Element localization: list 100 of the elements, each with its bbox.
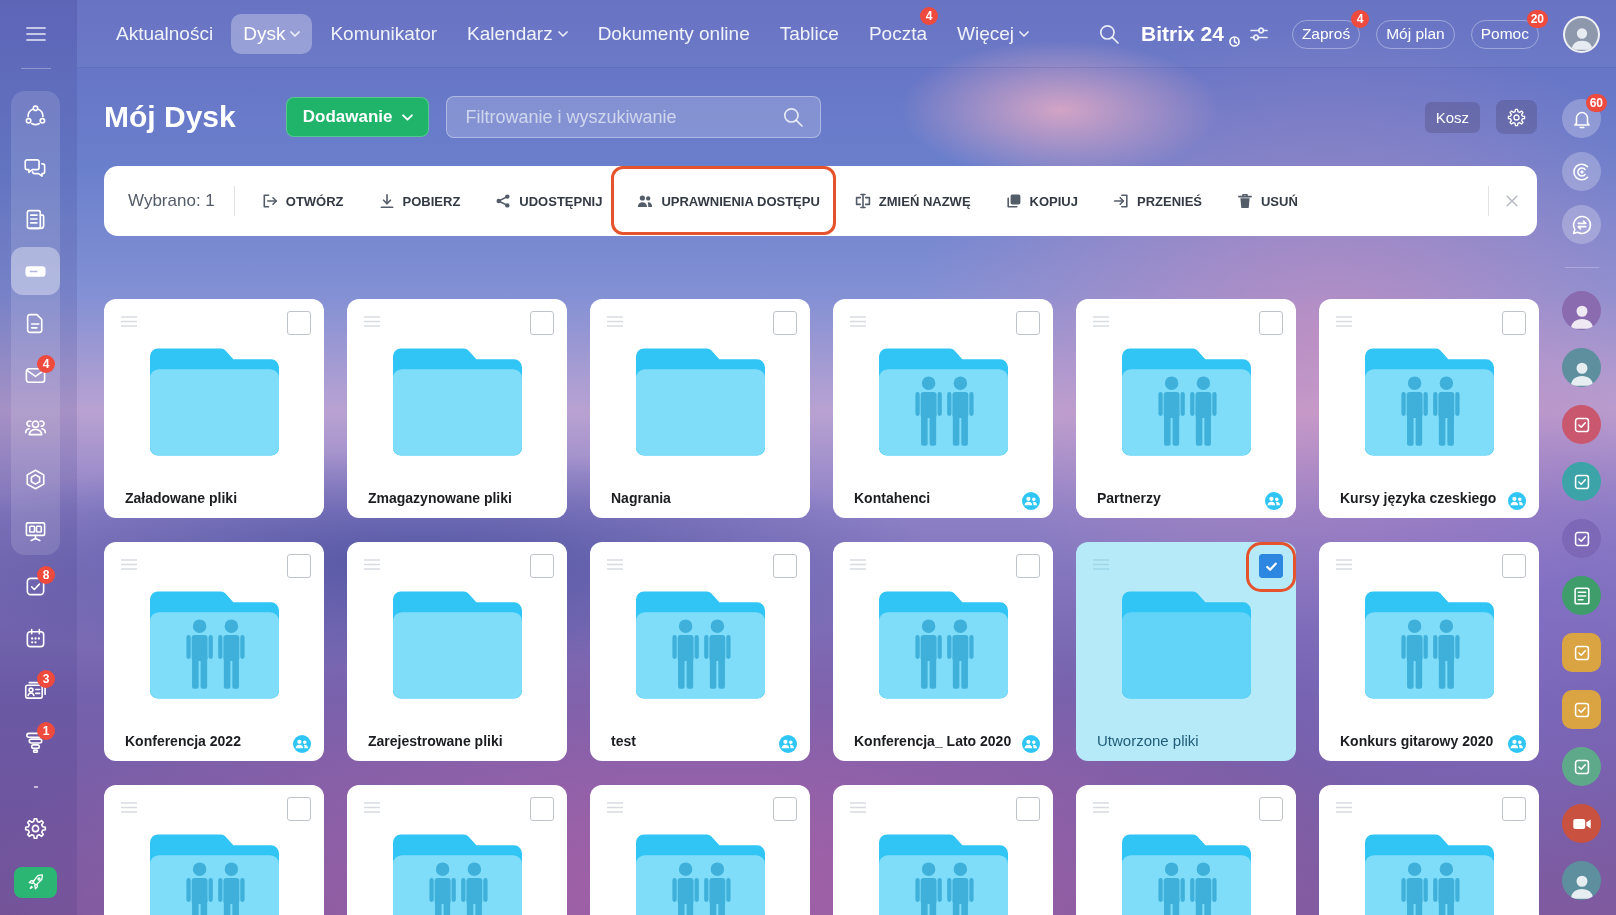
nav-tab[interactable]: Więcej bbox=[945, 14, 1041, 54]
checkbox[interactable] bbox=[1259, 554, 1283, 578]
drag-handle-icon[interactable] bbox=[1336, 316, 1352, 327]
nav-tab[interactable]: Komunikator bbox=[318, 14, 450, 54]
sidebar-item[interactable]: 8 bbox=[11, 562, 60, 610]
drag-handle-icon[interactable] bbox=[121, 559, 137, 570]
sidebar-item[interactable]: 4 bbox=[11, 351, 60, 399]
chat-button[interactable] bbox=[1562, 519, 1601, 558]
checkbox[interactable] bbox=[1259, 311, 1283, 335]
download-icon bbox=[378, 193, 395, 209]
sidebar-button[interactable] bbox=[1562, 205, 1601, 244]
hexagon-icon bbox=[24, 467, 47, 491]
settings-button[interactable] bbox=[1496, 100, 1537, 134]
folder-card[interactable]: Kontahenci bbox=[833, 299, 1053, 518]
checkbox[interactable] bbox=[1016, 554, 1040, 578]
nav-tab[interactable]: Aktualności bbox=[104, 14, 226, 54]
checkbox[interactable] bbox=[1016, 797, 1040, 821]
chat-button[interactable] bbox=[1562, 462, 1601, 501]
toolbar-action[interactable]: UPRAWNIENIA DOSTĘPU bbox=[629, 183, 828, 219]
chat-button[interactable] bbox=[1562, 633, 1601, 672]
nav-tab[interactable]: Dokumenty online bbox=[585, 14, 762, 54]
drag-handle-icon[interactable] bbox=[1093, 802, 1109, 813]
search-button[interactable] bbox=[1099, 24, 1120, 44]
checkbox[interactable] bbox=[287, 797, 311, 821]
folder-card[interactable]: Konkurs gitarowy 2020 bbox=[1319, 542, 1539, 761]
drag-handle-icon[interactable] bbox=[850, 802, 866, 813]
launch-button[interactable] bbox=[14, 866, 57, 898]
drag-handle-icon[interactable] bbox=[850, 316, 866, 327]
close-button[interactable] bbox=[1504, 193, 1520, 209]
drag-handle-icon[interactable] bbox=[607, 802, 623, 813]
sliders-button[interactable] bbox=[1249, 27, 1268, 41]
checkbox[interactable] bbox=[530, 311, 554, 335]
toolbar-action[interactable]: USUŃ bbox=[1229, 183, 1306, 219]
folder-card[interactable]: Konferencja 2022 bbox=[104, 542, 324, 761]
checkbox[interactable] bbox=[1502, 311, 1526, 335]
checkbox[interactable] bbox=[773, 797, 797, 821]
drag-handle-icon[interactable] bbox=[1336, 802, 1352, 813]
sliders-icon bbox=[1249, 27, 1268, 41]
folder-name: Utworzone pliki bbox=[1097, 732, 1199, 750]
chat-button[interactable] bbox=[1562, 747, 1601, 786]
nav-tab[interactable]: Kalendarz bbox=[455, 14, 580, 54]
drag-handle-icon[interactable] bbox=[364, 802, 380, 813]
checkbox[interactable] bbox=[773, 554, 797, 578]
checkbox[interactable] bbox=[530, 554, 554, 578]
sidebar-item[interactable]: 3 bbox=[11, 666, 60, 714]
folder-card[interactable]: Utworzone pliki bbox=[1076, 542, 1296, 761]
toolbar-action[interactable]: POBIERZ bbox=[370, 183, 469, 219]
drag-handle-icon[interactable] bbox=[850, 559, 866, 570]
newspaper-icon bbox=[24, 207, 47, 231]
drag-handle-icon[interactable] bbox=[607, 559, 623, 570]
folder-card[interactable]: Załadowane pliki bbox=[104, 299, 324, 518]
shared-people-icon bbox=[1265, 492, 1283, 510]
folder-card[interactable]: test bbox=[590, 542, 810, 761]
drag-handle-icon[interactable] bbox=[607, 316, 623, 327]
checkbox[interactable] bbox=[530, 797, 554, 821]
toolbar-action[interactable]: KOPIUJ bbox=[997, 183, 1086, 219]
folder-name: Kursy języka czeskiego bbox=[1340, 489, 1497, 507]
user-avatar[interactable] bbox=[1563, 15, 1600, 53]
shared-people-icon bbox=[1022, 735, 1040, 753]
folder-card[interactable]: Zarejestrowane pliki bbox=[347, 542, 567, 761]
toolbar-action[interactable]: UDOSTĘPNIJ bbox=[487, 183, 611, 219]
chat-button[interactable] bbox=[1562, 804, 1601, 843]
checkbox[interactable] bbox=[1502, 554, 1526, 578]
trash-icon bbox=[1237, 193, 1253, 209]
drag-handle-icon[interactable] bbox=[1093, 316, 1109, 327]
checkbox[interactable] bbox=[1502, 797, 1526, 821]
toolbar-action[interactable]: PRZENIEŚ bbox=[1104, 183, 1210, 219]
close-icon bbox=[1505, 194, 1519, 208]
drag-handle-icon[interactable] bbox=[364, 316, 380, 327]
chat-button[interactable] bbox=[1562, 861, 1601, 900]
chat-arrows-icon bbox=[1570, 213, 1593, 236]
chat-button[interactable] bbox=[1562, 690, 1601, 729]
checkbox[interactable] bbox=[773, 311, 797, 335]
chat-button[interactable] bbox=[1562, 405, 1601, 444]
unread-count: 1 bbox=[37, 722, 55, 740]
chat-button[interactable] bbox=[1562, 576, 1601, 615]
checkbox[interactable] bbox=[1259, 797, 1283, 821]
folder-card[interactable]: Nagrania bbox=[590, 299, 810, 518]
chat-button[interactable] bbox=[1562, 348, 1601, 387]
drag-handle-icon[interactable] bbox=[121, 316, 137, 327]
drag-handle-icon[interactable] bbox=[1336, 559, 1352, 570]
chat-button[interactable] bbox=[1562, 291, 1601, 330]
folder-card[interactable]: Konferencja_ Lato 2020 bbox=[833, 542, 1053, 761]
sidebar-item[interactable] bbox=[11, 247, 60, 295]
folder-card[interactable]: Zmagazynowane pliki bbox=[347, 299, 567, 518]
checkbox[interactable] bbox=[1016, 311, 1040, 335]
folder-card[interactable]: Partnerzy bbox=[1076, 299, 1296, 518]
toolbar-action[interactable]: ZMIEŃ NAZWĘ bbox=[846, 183, 979, 219]
drag-handle-icon[interactable] bbox=[121, 802, 137, 813]
sidebar-item[interactable]: 1 bbox=[11, 718, 60, 766]
sidebar-button[interactable] bbox=[1562, 152, 1601, 191]
checkbox[interactable] bbox=[287, 554, 311, 578]
sidebar-button[interactable] bbox=[1562, 99, 1601, 138]
nav-tab[interactable]: Tablice bbox=[767, 14, 851, 54]
trash-button[interactable]: Kosz bbox=[1424, 101, 1480, 133]
checkbox[interactable] bbox=[287, 311, 311, 335]
toolbar-action[interactable]: OTWÓRZ bbox=[253, 183, 352, 219]
drag-handle-icon[interactable] bbox=[364, 559, 380, 570]
folder-card[interactable]: Kursy języka czeskiego bbox=[1319, 299, 1539, 518]
folder-name: test bbox=[611, 732, 636, 750]
